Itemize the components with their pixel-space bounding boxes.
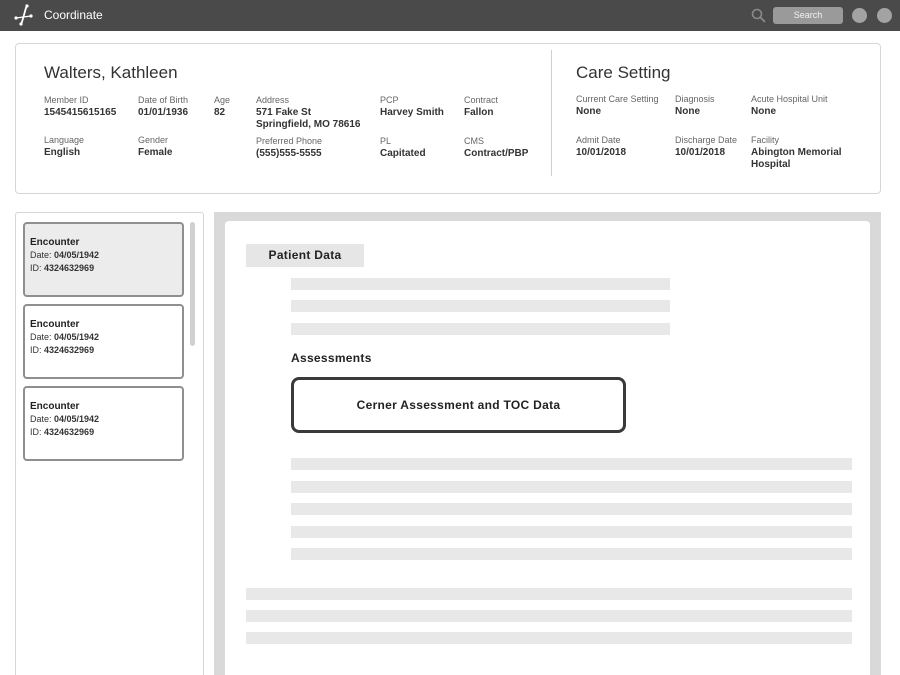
- discharge-date-value: 10/01/2018: [675, 147, 726, 158]
- assessments-title: Assessments: [291, 351, 372, 365]
- current-care-setting-value: None: [576, 106, 601, 117]
- acute-unit-field: Acute Hospital Unit None: [751, 94, 828, 118]
- pl-value: Capitated: [380, 148, 426, 159]
- member-id-field: Member ID 1545415615165: [44, 95, 116, 119]
- discharge-date-field: Discharge Date 10/01/2018: [675, 135, 737, 159]
- placeholder-line: [291, 458, 852, 470]
- placeholder-line: [291, 503, 852, 515]
- notifications-button[interactable]: [852, 8, 867, 23]
- dob-field: Date of Birth 01/01/1936: [138, 95, 188, 119]
- diagnosis-value: None: [675, 106, 700, 117]
- encounter-title: Encounter: [30, 319, 80, 330]
- encounter-card[interactable]: Encounter Date: 04/05/1942 ID: 432463296…: [23, 222, 184, 297]
- care-setting-title: Care Setting: [576, 63, 671, 82]
- header-divider: [551, 50, 552, 176]
- app-title: Coordinate: [44, 8, 103, 22]
- encounter-date: Date: 04/05/1942: [30, 414, 100, 424]
- diagnosis-label: Diagnosis: [675, 94, 715, 104]
- top-bar: Coordinate Search: [0, 0, 900, 31]
- app-logo-icon: [14, 4, 33, 26]
- placeholder-line: [291, 278, 670, 290]
- address-field: Address 571 Fake St Springfield, MO 7861…: [256, 95, 360, 131]
- user-menu-button[interactable]: [877, 8, 892, 23]
- cms-field: CMS Contract/PBP: [464, 136, 528, 160]
- contract-field: Contract Fallon: [464, 95, 498, 119]
- discharge-date-label: Discharge Date: [675, 135, 738, 145]
- admit-date-field: Admit Date 10/01/2018: [576, 135, 626, 159]
- patient-header-card: Walters, Kathleen Member ID 154541561516…: [15, 43, 881, 194]
- placeholder-line: [291, 300, 670, 312]
- placeholder-line: [246, 588, 852, 600]
- placeholder-line: [291, 323, 670, 335]
- cms-value: Contract/PBP: [464, 148, 529, 159]
- age-value: 82: [214, 107, 226, 118]
- address-label: Address: [256, 95, 290, 105]
- language-label: Language: [44, 135, 85, 145]
- tab-patient-data[interactable]: Patient Data: [246, 244, 364, 267]
- contract-label: Contract: [464, 95, 499, 105]
- phone-value: (555)555-5555: [256, 148, 322, 159]
- member-id-value: 1545415615165: [44, 107, 117, 118]
- placeholder-line: [246, 610, 852, 622]
- age-label: Age: [214, 95, 231, 105]
- language-value: English: [44, 147, 81, 158]
- current-care-setting-field: Current Care Setting None: [576, 94, 659, 118]
- encounter-title: Encounter: [30, 401, 80, 412]
- search-icon[interactable]: [751, 8, 766, 23]
- facility-value: Abington Memorial Hospital: [751, 147, 842, 170]
- encounter-list-scrollbar[interactable]: [190, 222, 195, 346]
- contract-value: Fallon: [464, 107, 494, 118]
- facility-field: Facility Abington Memorial Hospital: [751, 135, 842, 171]
- dob-value: 01/01/1936: [138, 107, 189, 118]
- gender-field: Gender Female: [138, 135, 172, 159]
- pl-label: PL: [380, 136, 392, 146]
- acute-unit-label: Acute Hospital Unit: [751, 94, 828, 104]
- cms-label: CMS: [464, 136, 484, 146]
- gender-value: Female: [138, 147, 173, 158]
- pcp-label: PCP: [380, 95, 399, 105]
- encounter-title: Encounter: [30, 237, 80, 248]
- encounter-date: Date: 04/05/1942: [30, 250, 100, 260]
- pcp-value: Harvey Smith: [380, 107, 444, 118]
- phone-label: Preferred Phone: [256, 136, 323, 146]
- admit-date-label: Admit Date: [576, 135, 621, 145]
- admit-date-value: 10/01/2018: [576, 147, 627, 158]
- current-care-setting-label: Current Care Setting: [576, 94, 659, 104]
- placeholder-line: [291, 481, 852, 493]
- acute-unit-value: None: [751, 106, 776, 117]
- encounter-card[interactable]: Encounter Date: 04/05/1942 ID: 432463296…: [23, 386, 184, 461]
- search-button[interactable]: Search: [773, 7, 843, 24]
- placeholder-line: [291, 548, 852, 560]
- cerner-assessment-button[interactable]: Cerner Assessment and TOC Data: [291, 377, 626, 433]
- pcp-field: PCP Harvey Smith: [380, 95, 444, 119]
- dob-label: Date of Birth: [138, 95, 189, 105]
- encounter-id: ID: 4324632969: [30, 263, 95, 273]
- pl-field: PL Capitated: [380, 136, 426, 160]
- patient-name: Walters, Kathleen: [44, 63, 178, 82]
- diagnosis-field: Diagnosis None: [675, 94, 715, 118]
- member-id-label: Member ID: [44, 95, 89, 105]
- age-field: Age 82: [214, 95, 230, 119]
- phone-field: Preferred Phone (555)555-5555: [256, 136, 322, 160]
- address-value: 571 Fake St Springfield, MO 78616: [256, 107, 361, 130]
- placeholder-line: [291, 526, 852, 538]
- placeholder-line: [246, 632, 852, 644]
- encounter-card[interactable]: Encounter Date: 04/05/1942 ID: 432463296…: [23, 304, 184, 379]
- gender-label: Gender: [138, 135, 169, 145]
- language-field: Language English: [44, 135, 84, 159]
- encounter-id: ID: 4324632969: [30, 345, 95, 355]
- facility-label: Facility: [751, 135, 780, 145]
- encounter-date: Date: 04/05/1942: [30, 332, 100, 342]
- encounter-id: ID: 4324632969: [30, 427, 95, 437]
